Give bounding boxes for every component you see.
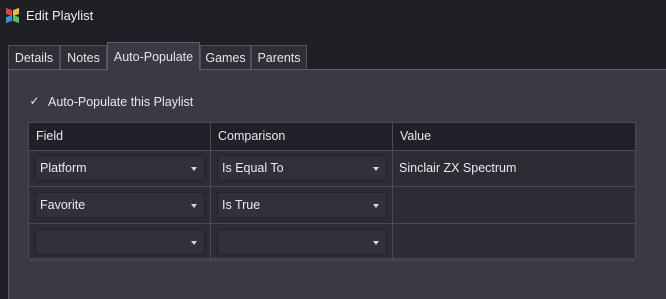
column-header-comparison[interactable]: Comparison	[211, 123, 393, 150]
grid-header: Field Comparison Value	[29, 123, 635, 151]
value-cell[interactable]: Sinclair ZX Spectrum	[399, 161, 516, 175]
column-header-value[interactable]: Value	[393, 123, 635, 150]
comparison-dropdown[interactable]: Is Equal To	[217, 155, 387, 181]
tab-auto-populate[interactable]: Auto-Populate	[107, 42, 200, 70]
comparison-value: Is Equal To	[222, 161, 284, 175]
table-row: Favorite Is True	[29, 187, 635, 224]
rules-grid: Field Comparison Value Platform Is Equal…	[28, 122, 636, 261]
window-title: Edit Playlist	[26, 8, 94, 23]
column-header-field[interactable]: Field	[29, 123, 211, 150]
chevron-down-icon	[373, 241, 379, 245]
field-value: Favorite	[40, 198, 86, 212]
auto-populate-label: Auto-Populate this Playlist	[48, 95, 194, 109]
tab-details[interactable]: Details	[8, 45, 60, 69]
comparison-dropdown[interactable]	[217, 229, 387, 255]
app-icon	[6, 7, 20, 24]
table-row	[29, 224, 635, 261]
field-value: Platform	[40, 161, 87, 175]
comparison-dropdown[interactable]: Is True	[217, 192, 387, 218]
comparison-value: Is True	[222, 198, 261, 212]
tab-games[interactable]: Games	[200, 45, 251, 69]
auto-populate-checkbox[interactable]: ✓	[28, 95, 41, 108]
chevron-down-icon	[191, 167, 197, 171]
title-bar: Edit Playlist	[0, 0, 666, 32]
tab-notes[interactable]: Notes	[60, 45, 107, 69]
chevron-down-icon	[191, 241, 197, 245]
table-row: Platform Is Equal To Sinclair ZX Spectru…	[29, 150, 635, 187]
chevron-down-icon	[191, 204, 197, 208]
chevron-down-icon	[373, 167, 379, 171]
field-dropdown[interactable]: Favorite	[35, 192, 205, 218]
chevron-down-icon	[373, 204, 379, 208]
field-dropdown[interactable]: Platform	[35, 155, 205, 181]
field-dropdown[interactable]	[35, 229, 205, 255]
tab-parents[interactable]: Parents	[251, 45, 307, 69]
